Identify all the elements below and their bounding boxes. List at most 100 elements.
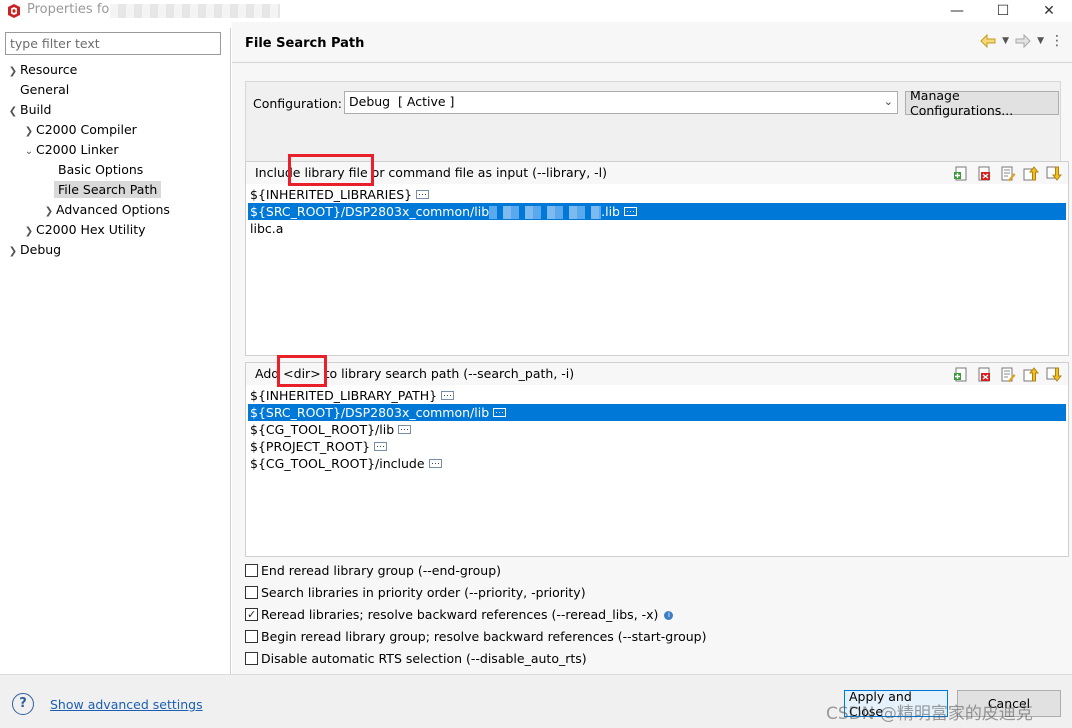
checkbox-label: Disable automatic RTS selection (--disab… xyxy=(261,651,587,666)
app-icon xyxy=(8,4,20,18)
watermark: CSDN @精明富家的皮迪克 xyxy=(826,704,1033,724)
tree-item-resource[interactable]: ❯ Resource xyxy=(6,60,78,81)
tree-item-advanced-options[interactable]: ❯ Advanced Options xyxy=(42,200,170,219)
add-icon[interactable] xyxy=(953,165,970,182)
disable-auto-rts-checkbox[interactable]: Disable automatic RTS selection (--disab… xyxy=(245,650,587,668)
nav-toolbar: ▼ ▼ ⋮ xyxy=(980,34,1064,48)
library-list-group: Include library file or command file as … xyxy=(245,154,1069,356)
list-item[interactable]: ${INHERITED_LIBRARY_PATH} xyxy=(248,387,1066,404)
tree-item-c2000-compiler[interactable]: ❯ C2000 Compiler xyxy=(22,120,137,139)
tree-item-general[interactable]: General xyxy=(20,80,69,99)
page-title: File Search Path xyxy=(245,36,365,51)
highlight-box xyxy=(277,355,327,387)
filter-input[interactable] xyxy=(5,32,221,55)
close-button[interactable]: ✕ xyxy=(1026,0,1072,22)
header-separator xyxy=(232,62,1072,63)
title-bar: Properties for — ☐ ✕ xyxy=(0,0,1072,22)
more-icon[interactable] xyxy=(416,190,430,199)
forward-dropdown-icon[interactable]: ▼ xyxy=(1037,36,1044,46)
chevron-down-icon[interactable]: ⌄ xyxy=(22,142,36,161)
show-advanced-settings-link[interactable]: Show advanced settings xyxy=(50,697,203,712)
tree-item-c2000-hex-utility[interactable]: ❯ C2000 Hex Utility xyxy=(22,220,146,239)
chevron-down-icon[interactable]: ⌄ xyxy=(884,95,893,108)
list-item[interactable]: ${PROJECT_ROOT} xyxy=(248,438,1066,455)
list-item[interactable]: ${CG_TOOL_ROOT}/lib xyxy=(248,421,1066,438)
list-item[interactable]: ${SRC_ROOT}/DSP2803x_common/lib xyxy=(248,404,1066,421)
add-icon[interactable] xyxy=(953,366,970,383)
list-item[interactable]: ${INHERITED_LIBRARIES} xyxy=(248,186,1066,203)
row-text: ${SRC_ROOT}/DSP2803x_common/lib xyxy=(250,204,490,219)
info-icon[interactable]: i xyxy=(664,611,674,620)
row-text: ${INHERITED_LIBRARY_PATH} xyxy=(250,388,438,403)
list-item[interactable]: ${SRC_ROOT}/DSP2803x_common/lib .lib xyxy=(248,203,1066,220)
checkbox-label: Reread libraries; resolve backward refer… xyxy=(261,607,659,622)
checkbox-box[interactable] xyxy=(245,564,258,577)
minimize-button[interactable]: — xyxy=(934,0,980,22)
forward-arrow-icon[interactable] xyxy=(1015,34,1031,48)
move-up-icon[interactable] xyxy=(1022,366,1039,383)
chevron-right-icon[interactable]: ❯ xyxy=(22,122,36,141)
library-rows: ${INHERITED_LIBRARIES} ${SRC_ROOT}/DSP28… xyxy=(248,186,1066,237)
checkbox-box[interactable] xyxy=(245,630,258,643)
manage-configurations-button[interactable]: Manage Configurations... xyxy=(905,88,1059,118)
back-arrow-icon[interactable] xyxy=(980,34,996,48)
checkbox-box[interactable] xyxy=(245,652,258,665)
edit-icon[interactable] xyxy=(999,165,1016,182)
more-icon[interactable] xyxy=(374,442,388,451)
chevron-right-icon[interactable]: ❯ xyxy=(22,222,36,241)
tree-item-debug[interactable]: ❯ Debug xyxy=(6,240,61,259)
list-item[interactable]: libc.a xyxy=(248,220,1066,237)
edit-icon[interactable] xyxy=(999,366,1016,383)
row-text: libc.a xyxy=(250,221,284,236)
delete-icon[interactable] xyxy=(976,366,993,383)
tree-item-c2000-linker[interactable]: ⌄ C2000 Linker xyxy=(22,140,119,159)
row-text: ${PROJECT_ROOT} xyxy=(250,439,371,454)
reread-libs-checkbox[interactable]: Reread libraries; resolve backward refer… xyxy=(245,606,674,624)
checkbox-label: End reread library group (--end-group) xyxy=(261,563,502,578)
chevron-right-icon[interactable]: ❯ xyxy=(6,62,20,81)
tree-item-build[interactable]: ❮ Build xyxy=(6,100,52,121)
more-icon[interactable] xyxy=(624,207,637,216)
search-path-rows: ${INHERITED_LIBRARY_PATH} ${SRC_ROOT}/DS… xyxy=(248,387,1066,472)
move-down-icon[interactable] xyxy=(1045,165,1062,182)
maximize-button[interactable]: ☐ xyxy=(980,0,1026,22)
checkbox-box[interactable] xyxy=(245,606,258,624)
delete-icon[interactable] xyxy=(976,165,993,182)
end-group-checkbox[interactable]: End reread library group (--end-group) xyxy=(245,562,501,580)
more-icon[interactable] xyxy=(441,391,455,400)
search-path-list-group: Add <dir> to library search path (--sear… xyxy=(245,355,1069,557)
priority-checkbox[interactable]: Search libraries in priority order (--pr… xyxy=(245,584,586,602)
row-text: ${SRC_ROOT}/DSP2803x_common/lib xyxy=(250,405,490,420)
checkbox-label: Search libraries in priority order (--pr… xyxy=(261,585,586,600)
dialog-footer: ? Show advanced settings Apply and Close… xyxy=(0,674,1072,728)
highlight-box xyxy=(288,154,374,186)
move-down-icon[interactable] xyxy=(1045,366,1062,383)
checkbox-box[interactable] xyxy=(245,586,258,599)
chevron-down-icon[interactable]: ❮ xyxy=(6,102,20,121)
back-dropdown-icon[interactable]: ▼ xyxy=(1002,36,1009,46)
configuration-select[interactable]: Debug [ Active ] ⌄ xyxy=(344,91,898,114)
redacted-project-name xyxy=(110,4,280,18)
chevron-right-icon[interactable]: ❯ xyxy=(42,202,56,221)
row-suffix: .lib xyxy=(601,204,620,219)
redacted-text xyxy=(489,206,602,219)
window-title: Properties for xyxy=(27,2,115,17)
view-menu-icon[interactable]: ⋮ xyxy=(1050,34,1064,48)
start-group-checkbox[interactable]: Begin reread library group; resolve back… xyxy=(245,628,706,646)
checkbox-label: Begin reread library group; resolve back… xyxy=(261,629,707,644)
row-text: ${CG_TOOL_ROOT}/lib xyxy=(250,422,395,437)
configuration-label: Configuration: xyxy=(253,96,342,111)
search-path-list-toolbar xyxy=(953,366,1062,383)
help-icon[interactable]: ? xyxy=(12,693,34,715)
more-icon[interactable] xyxy=(493,408,507,417)
chevron-right-icon[interactable]: ❯ xyxy=(6,242,20,261)
main-panel: File Search Path ▼ ▼ ⋮ Configuration: De… xyxy=(232,22,1072,674)
tree-item-basic-options[interactable]: Basic Options xyxy=(58,160,143,179)
more-icon[interactable] xyxy=(428,459,442,468)
row-text: ${CG_TOOL_ROOT}/include xyxy=(250,456,425,471)
more-icon[interactable] xyxy=(398,425,412,434)
list-item[interactable]: ${CG_TOOL_ROOT}/include xyxy=(248,455,1066,472)
move-up-icon[interactable] xyxy=(1022,165,1039,182)
library-list-toolbar xyxy=(953,165,1062,182)
tree-item-file-search-path[interactable]: File Search Path xyxy=(54,180,162,199)
